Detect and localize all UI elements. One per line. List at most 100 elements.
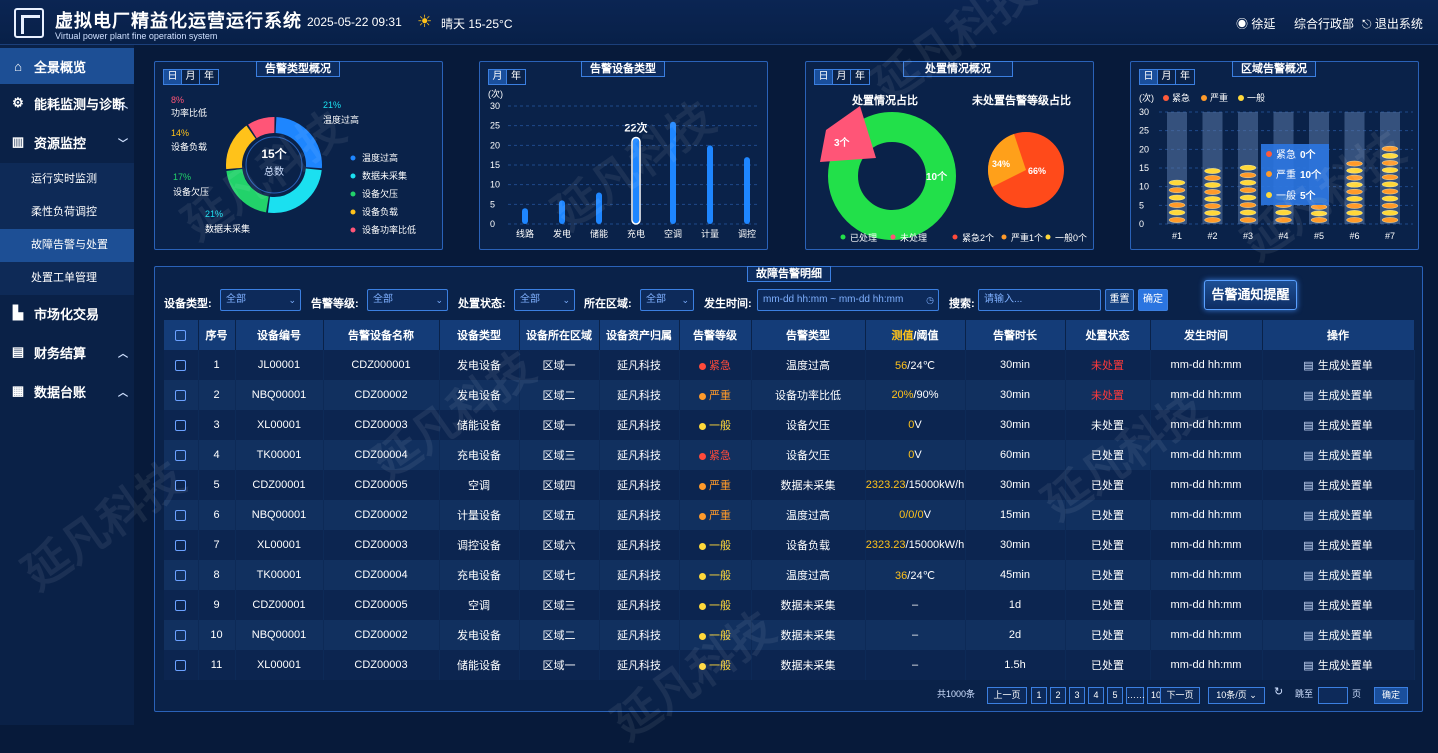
area-select[interactable]: 全部 ⌄: [640, 289, 694, 311]
select-all-header[interactable]: [164, 320, 199, 350]
legend-label: 设备负载: [362, 206, 398, 217]
confirm-button[interactable]: 确定: [1138, 289, 1168, 311]
status-select[interactable]: 全部 ⌄: [514, 289, 575, 311]
measure-reading: 2323.23: [865, 539, 906, 551]
bar: [633, 137, 639, 224]
user-menu[interactable]: ◉ 徐延: [1236, 15, 1275, 32]
row-checkbox[interactable]: [175, 389, 187, 401]
legend-dot: [350, 191, 356, 197]
row-select-cell[interactable]: [164, 380, 199, 410]
pager-prev[interactable]: 上一页: [987, 687, 1027, 704]
create-workorder-button[interactable]: 生成处置单: [1303, 630, 1372, 642]
sub-realtime[interactable]: 运行实时监测: [0, 163, 134, 196]
measure-value: 0V: [908, 419, 921, 431]
create-workorder-button[interactable]: 生成处置单: [1303, 660, 1372, 672]
row-select-cell[interactable]: [164, 350, 199, 380]
create-workorder-button[interactable]: 生成处置单: [1303, 540, 1372, 552]
reset-button[interactable]: 重置: [1105, 289, 1134, 311]
row-checkbox[interactable]: [175, 359, 187, 371]
page-size-select[interactable]: 10条/页 ⌄: [1208, 687, 1265, 704]
row-checkbox[interactable]: [175, 599, 187, 611]
refresh-icon[interactable]: ↻: [1274, 685, 1283, 698]
cell-action[interactable]: 生成处置单: [1262, 380, 1415, 410]
row-select-cell[interactable]: [164, 410, 199, 440]
sub-fault-alarm[interactable]: 故障告警与处置: [0, 229, 134, 262]
row-checkbox[interactable]: [175, 569, 187, 581]
nav-ledger[interactable]: ▦ 数据台账 ︿: [0, 373, 134, 409]
bar-highlight-label: 22次: [624, 120, 647, 134]
cell-action[interactable]: 生成处置单: [1262, 620, 1415, 650]
cell-device-name: CDZ00004: [323, 440, 440, 470]
create-workorder-button[interactable]: 生成处置单: [1303, 390, 1372, 402]
row-select-cell[interactable]: [164, 440, 199, 470]
stack-disc: [1310, 217, 1328, 223]
nav-market[interactable]: ▙ 市场化交易: [0, 295, 134, 331]
row-checkbox[interactable]: [175, 629, 187, 641]
cell-action[interactable]: 生成处置单: [1262, 440, 1415, 470]
cell-action[interactable]: 生成处置单: [1262, 530, 1415, 560]
cell-measure: –: [865, 650, 966, 680]
cell-device-id: XL00001: [235, 530, 324, 560]
cell-action[interactable]: 生成处置单: [1262, 500, 1415, 530]
device-type-select[interactable]: 全部 ⌄: [220, 289, 301, 311]
cell-action[interactable]: 生成处置单: [1262, 410, 1415, 440]
search-input[interactable]: 请输入...: [978, 289, 1101, 311]
logout-button[interactable]: ⎋ 退出系统: [1362, 15, 1423, 32]
row-checkbox[interactable]: [175, 479, 187, 491]
row-checkbox[interactable]: [175, 449, 187, 461]
cell-index: 9: [198, 590, 236, 620]
row-select-cell[interactable]: [164, 530, 199, 560]
cell-action[interactable]: 生成处置单: [1262, 350, 1415, 380]
cell-action[interactable]: 生成处置单: [1262, 470, 1415, 500]
create-workorder-button[interactable]: 生成处置单: [1303, 510, 1372, 522]
create-workorder-button[interactable]: 生成处置单: [1303, 450, 1372, 462]
row-select-cell[interactable]: [164, 560, 199, 590]
nav-overview[interactable]: ⌂ 全景概览: [0, 48, 134, 84]
sub-workorder[interactable]: 处置工单管理: [0, 262, 134, 295]
pager-page[interactable]: 1: [1031, 687, 1047, 704]
create-workorder-button[interactable]: 生成处置单: [1303, 360, 1372, 372]
cell-index: 11: [198, 650, 236, 680]
pager-page[interactable]: 5: [1107, 687, 1123, 704]
row-select-cell[interactable]: [164, 620, 199, 650]
x-tick-label: 线路: [516, 228, 534, 239]
stack-disc: [1204, 168, 1221, 174]
goto-page-input[interactable]: [1318, 687, 1348, 704]
pager-next[interactable]: 下一页: [1160, 687, 1200, 704]
pager-page[interactable]: 2: [1050, 687, 1066, 704]
y-tick-label: 20: [490, 140, 500, 150]
cell-device-type: 空调: [439, 590, 520, 620]
create-workorder-button[interactable]: 生成处置单: [1303, 600, 1372, 612]
measure-value: 20%/90%: [891, 389, 938, 401]
nav-finance[interactable]: ▤ 财务结算 ︿: [0, 334, 134, 370]
cell-duration: 45min: [965, 560, 1066, 590]
cell-action[interactable]: 生成处置单: [1262, 590, 1415, 620]
sub-flex-load[interactable]: 柔性负荷调控: [0, 196, 134, 229]
goto-confirm-button[interactable]: 确定: [1374, 687, 1408, 704]
time-range-picker[interactable]: mm-dd hh:mm ~ mm-dd hh:mm ◷: [757, 289, 939, 311]
create-workorder-button[interactable]: 生成处置单: [1303, 420, 1372, 432]
row-checkbox[interactable]: [175, 419, 187, 431]
stack-disc: [1204, 182, 1221, 188]
row-select-cell[interactable]: [164, 590, 199, 620]
create-workorder-button[interactable]: 生成处置单: [1303, 480, 1372, 492]
nav-energy[interactable]: ⚙ 能耗监测与诊断 ︿: [0, 85, 134, 121]
select-all-checkbox[interactable]: [175, 329, 187, 341]
column-header: 处置状态: [1065, 320, 1151, 350]
cell-level: 一般: [679, 560, 752, 590]
row-checkbox[interactable]: [175, 539, 187, 551]
y-unit: (次): [488, 88, 503, 99]
cell-action[interactable]: 生成处置单: [1262, 560, 1415, 590]
row-select-cell[interactable]: [164, 650, 199, 680]
nav-resource[interactable]: ▥ 资源监控 ﹀: [0, 124, 134, 160]
pager-page[interactable]: 3: [1069, 687, 1085, 704]
cell-time: mm-dd hh:mm: [1150, 500, 1263, 530]
row-checkbox[interactable]: [175, 659, 187, 671]
create-workorder-button[interactable]: 生成处置单: [1303, 570, 1372, 582]
cell-action[interactable]: 生成处置单: [1262, 650, 1415, 680]
row-select-cell[interactable]: [164, 500, 199, 530]
pager-page[interactable]: 4: [1088, 687, 1104, 704]
alarm-level-select[interactable]: 全部 ⌄: [367, 289, 448, 311]
row-select-cell[interactable]: [164, 470, 199, 500]
row-checkbox[interactable]: [175, 509, 187, 521]
